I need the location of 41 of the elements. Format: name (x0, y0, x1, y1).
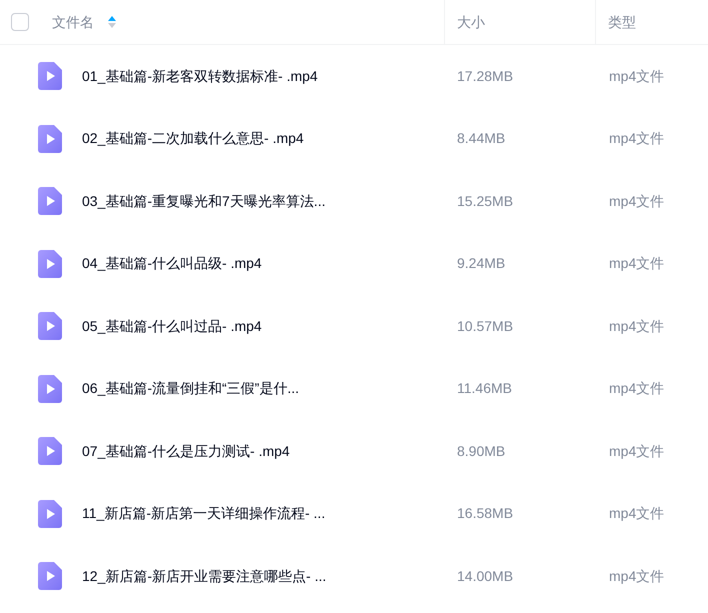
file-size: 14.00MB (457, 568, 514, 584)
file-type: mp4文件 (609, 442, 664, 459)
video-file-icon (38, 562, 62, 590)
file-name[interactable]: 03_基础篇-重复曝光和7天曝光率算法... (82, 190, 326, 212)
file-type: mp4文件 (609, 568, 664, 584)
column-header[interactable]: 类型 (608, 12, 636, 32)
column-header[interactable]: 文件名 (52, 12, 94, 32)
file-size: 11.46MB (457, 380, 512, 396)
file-name[interactable]: 04_基础篇-什么叫品级- .mp4 (82, 253, 262, 274)
video-file-icon (38, 62, 62, 90)
video-file-icon (38, 500, 62, 528)
file-size: 17.28MB (457, 68, 514, 84)
file-type: mp4文件 (609, 255, 664, 272)
file-name[interactable]: 01_基础篇-新老客双转数据标准- .mp4 (82, 66, 318, 87)
file-type: mp4文件 (609, 318, 664, 334)
file-name[interactable]: 05_基础篇-什么叫过品- .mp4 (82, 316, 262, 337)
video-file-icon (38, 437, 62, 466)
select-all-checkbox[interactable] (11, 13, 29, 31)
file-name[interactable]: 06_基础篇-流量倒挂和“三假”是什... (82, 378, 300, 400)
file-size: 8.44MB (457, 130, 506, 146)
file-type: mp4文件 (609, 192, 664, 209)
file-name[interactable]: 11_新店篇-新店第一天详细操作流程- ... (82, 503, 326, 524)
file-size: 15.25MB (457, 192, 514, 209)
video-file-icon (38, 374, 62, 403)
file-type: mp4文件 (609, 68, 664, 84)
video-file-icon (38, 124, 62, 153)
video-file-icon (38, 187, 62, 216)
file-type: mp4文件 (609, 380, 664, 396)
video-file-icon (38, 250, 62, 278)
file-type: mp4文件 (609, 130, 664, 146)
file-name[interactable]: 02_基础篇-二次加载什么意思- .mp4 (82, 128, 304, 150)
file-size: 9.24MB (457, 255, 506, 272)
file-name[interactable]: 07_基础篇-什么是压力测试- .mp4 (82, 440, 290, 462)
file-size: 8.90MB (457, 442, 506, 459)
file-size: 16.58MB (457, 505, 514, 522)
file-size: 10.57MB (457, 318, 514, 334)
sort-icon[interactable] (107, 15, 117, 29)
file-name[interactable]: 12_新店篇-新店开业需要注意哪些点- ... (82, 566, 326, 587)
file-type: mp4文件 (609, 505, 664, 522)
column-header[interactable]: 大小 (457, 12, 485, 32)
video-file-icon (38, 312, 62, 340)
